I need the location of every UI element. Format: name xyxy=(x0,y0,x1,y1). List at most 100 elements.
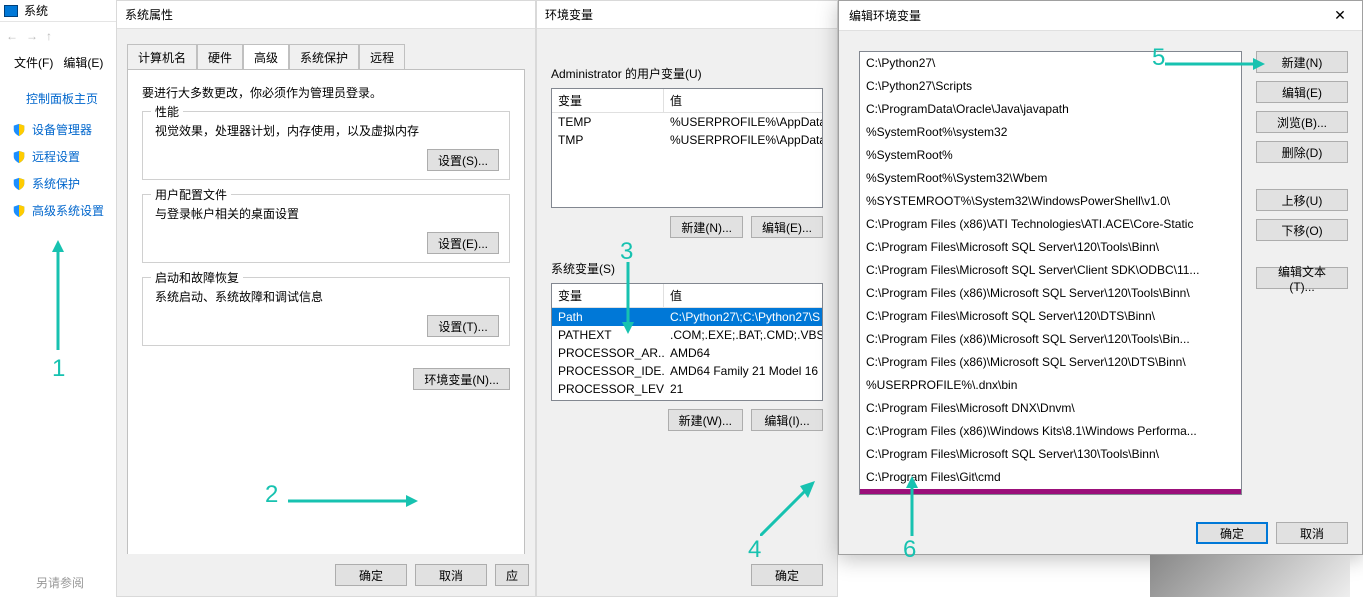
list-item[interactable]: C:\Program Files\Git\cmd xyxy=(860,466,1241,489)
tabstrip: 计算机名硬件高级系统保护远程 xyxy=(117,29,535,69)
menu-edit[interactable]: 编辑(E) xyxy=(63,54,103,71)
new-button[interactable]: 新建(N) xyxy=(1256,51,1348,73)
link-label: 系统保护 xyxy=(32,175,80,192)
menu-file[interactable]: 文件(F) xyxy=(14,54,53,71)
list-item[interactable]: %SystemRoot%\system32 xyxy=(860,121,1241,144)
group-userprofile: 用户配置文件 与登录帐户相关的桌面设置 设置(E)... xyxy=(142,194,510,263)
nav-arrows: ← → ↑ xyxy=(0,22,116,50)
list-item[interactable]: C:\ProgramData\Oracle\Java\javapath xyxy=(860,98,1241,121)
edit-button[interactable]: 编辑(I)... xyxy=(751,409,823,431)
user-vars-label: Administrator 的用户变量(U) xyxy=(551,65,823,82)
browse-button[interactable]: 浏览(B)... xyxy=(1256,111,1348,133)
path-list[interactable]: C:\Python27\C:\Python27\ScriptsC:\Progra… xyxy=(859,51,1242,495)
cell-val: %USERPROFILE%\AppData\ xyxy=(664,131,822,149)
tab[interactable]: 系统保护 xyxy=(289,44,359,70)
settings-button[interactable]: 设置(E)... xyxy=(427,232,499,254)
edit-button[interactable]: 编辑(E)... xyxy=(751,216,823,238)
sidebar-link[interactable]: 高级系统设置 xyxy=(12,202,108,219)
table-row[interactable]: PATHEXT.COM;.EXE;.BAT;.CMD;.VBS; xyxy=(552,326,822,344)
list-item[interactable]: %USERPROFILE%\.dnx\bin xyxy=(860,374,1241,397)
list-item[interactable]: %SystemRoot%\System32\Wbem xyxy=(860,167,1241,190)
computer-icon xyxy=(4,5,18,17)
tab[interactable]: 远程 xyxy=(359,44,405,70)
link-label: 设备管理器 xyxy=(32,121,92,138)
shield-icon xyxy=(12,177,26,191)
cancel-button[interactable]: 取消 xyxy=(415,564,487,586)
cell-var: TEMP xyxy=(552,113,664,131)
forward-icon[interactable]: → xyxy=(26,29,38,43)
edit-button[interactable]: 编辑(E) xyxy=(1256,81,1348,103)
sidebar-link[interactable]: 设备管理器 xyxy=(12,121,108,138)
list-item[interactable]: C:\Program Files (x86)\Microsoft SQL Ser… xyxy=(860,351,1241,374)
settings-button[interactable]: 设置(S)... xyxy=(427,149,499,171)
settings-button[interactable]: 设置(T)... xyxy=(427,315,499,337)
col-val[interactable]: 值 xyxy=(664,284,822,307)
dialog-title: 编辑环境变量 xyxy=(849,7,921,24)
list-item[interactable]: C:\Program Files (x86)\Windows Kits\8.1\… xyxy=(860,420,1241,443)
sidebar-link[interactable]: 远程设置 xyxy=(12,148,108,165)
control-panel-home[interactable]: 控制面板主页 xyxy=(26,90,108,107)
sys-vars-table[interactable]: 变量 值 PathC:\Python27\;C:\Python27\SPATHE… xyxy=(551,283,823,401)
col-var[interactable]: 变量 xyxy=(552,89,664,112)
group-title: 性能 xyxy=(151,103,183,120)
list-item[interactable]: %SystemRoot% xyxy=(860,144,1241,167)
env-vars-button[interactable]: 环境变量(N)... xyxy=(413,368,510,390)
up-icon[interactable]: ↑ xyxy=(46,29,52,43)
table-row[interactable]: PROCESSOR_IDE...AMD64 Family 21 Model 16 xyxy=(552,362,822,380)
apply-button[interactable]: 应 xyxy=(495,564,529,586)
list-item[interactable]: C:\Program Files\Microsoft SQL Server\12… xyxy=(860,305,1241,328)
ok-button[interactable]: 确定 xyxy=(751,564,823,586)
user-vars-table[interactable]: 变量 值 TEMP%USERPROFILE%\AppData\TMP%USERP… xyxy=(551,88,823,208)
system-properties-dialog: 系统属性 计算机名硬件高级系统保护远程 要进行大多数更改，你必须作为管理员登录。… xyxy=(116,0,536,597)
cell-val: AMD64 xyxy=(664,344,822,362)
group-desc: 视觉效果，处理器计划，内存使用，以及虚拟内存 xyxy=(155,122,497,139)
table-row[interactable]: PathC:\Python27\;C:\Python27\S xyxy=(552,308,822,326)
col-var[interactable]: 变量 xyxy=(552,284,664,307)
table-row[interactable]: TEMP%USERPROFILE%\AppData\ xyxy=(552,113,822,131)
link-label: 高级系统设置 xyxy=(32,202,104,219)
tab[interactable]: 高级 xyxy=(243,44,289,70)
ok-button[interactable]: 确定 xyxy=(335,564,407,586)
window-title: 系统 xyxy=(24,2,48,19)
ok-button[interactable]: 确定 xyxy=(1196,522,1268,544)
list-item[interactable]: C:\Program Files\Microsoft SQL Server\Cl… xyxy=(860,259,1241,282)
group-title: 启动和故障恢复 xyxy=(151,269,243,286)
table-row[interactable]: TMP%USERPROFILE%\AppData\ xyxy=(552,131,822,149)
shield-icon xyxy=(12,123,26,137)
tab[interactable]: 计算机名 xyxy=(127,44,197,70)
tab[interactable]: 硬件 xyxy=(197,44,243,70)
table-row[interactable]: PROCESSOR_AR...AMD64 xyxy=(552,344,822,362)
list-item[interactable]: C:\Python27\ xyxy=(860,52,1241,75)
movedown-button[interactable]: 下移(O) xyxy=(1256,219,1348,241)
dialog-buttons: 确定 取消 应 xyxy=(117,554,535,596)
cancel-button[interactable]: 取消 xyxy=(1276,522,1348,544)
side-buttons: 新建(N) 编辑(E) 浏览(B)... 删除(D) 上移(U) 下移(O) 编… xyxy=(1256,51,1348,495)
moveup-button[interactable]: 上移(U) xyxy=(1256,189,1348,211)
menubar: 文件(F) 编辑(E) xyxy=(0,50,116,74)
col-val[interactable]: 值 xyxy=(664,89,822,112)
new-button[interactable]: 新建(W)... xyxy=(668,409,743,431)
table-row[interactable]: PROCESSOR_LEV...21 xyxy=(552,380,822,398)
edit-env-var-dialog: 编辑环境变量 ✕ C:\Python27\C:\Python27\Scripts… xyxy=(838,0,1363,555)
close-icon[interactable]: ✕ xyxy=(1318,1,1362,31)
list-item[interactable]: C:\Program Files (x86)\Microsoft SQL Ser… xyxy=(860,282,1241,305)
delete-button[interactable]: 删除(D) xyxy=(1256,141,1348,163)
list-item[interactable]: C:\Program Files\Microsoft SQL Server\13… xyxy=(860,443,1241,466)
edittext-button[interactable]: 编辑文本(T)... xyxy=(1256,267,1348,289)
back-icon[interactable]: ← xyxy=(6,29,18,43)
title-bar: 编辑环境变量 ✕ xyxy=(839,1,1362,31)
sidebar-link[interactable]: 系统保护 xyxy=(12,175,108,192)
list-item[interactable]: C:\Program Files\Microsoft SQL Server\12… xyxy=(860,236,1241,259)
group-desc: 与登录帐户相关的桌面设置 xyxy=(155,205,497,222)
list-item[interactable]: C:\Program Files\Microsoft DNX\Dnvm\ xyxy=(860,397,1241,420)
list-item[interactable]: A:\MinGW\bin\ xyxy=(860,489,1241,495)
list-item[interactable]: C:\Program Files (x86)\ATI Technologies\… xyxy=(860,213,1241,236)
new-button[interactable]: 新建(N)... xyxy=(670,216,743,238)
list-item[interactable]: C:\Program Files (x86)\Microsoft SQL Ser… xyxy=(860,328,1241,351)
dialog-title: 系统属性 xyxy=(117,1,535,29)
list-item[interactable]: %SYSTEMROOT%\System32\WindowsPowerShell\… xyxy=(860,190,1241,213)
see-also: 另请参阅 xyxy=(36,574,84,591)
list-item[interactable]: C:\Python27\Scripts xyxy=(860,75,1241,98)
cell-val: AMD64 Family 21 Model 16 xyxy=(664,362,822,380)
cell-val: %USERPROFILE%\AppData\ xyxy=(664,113,822,131)
